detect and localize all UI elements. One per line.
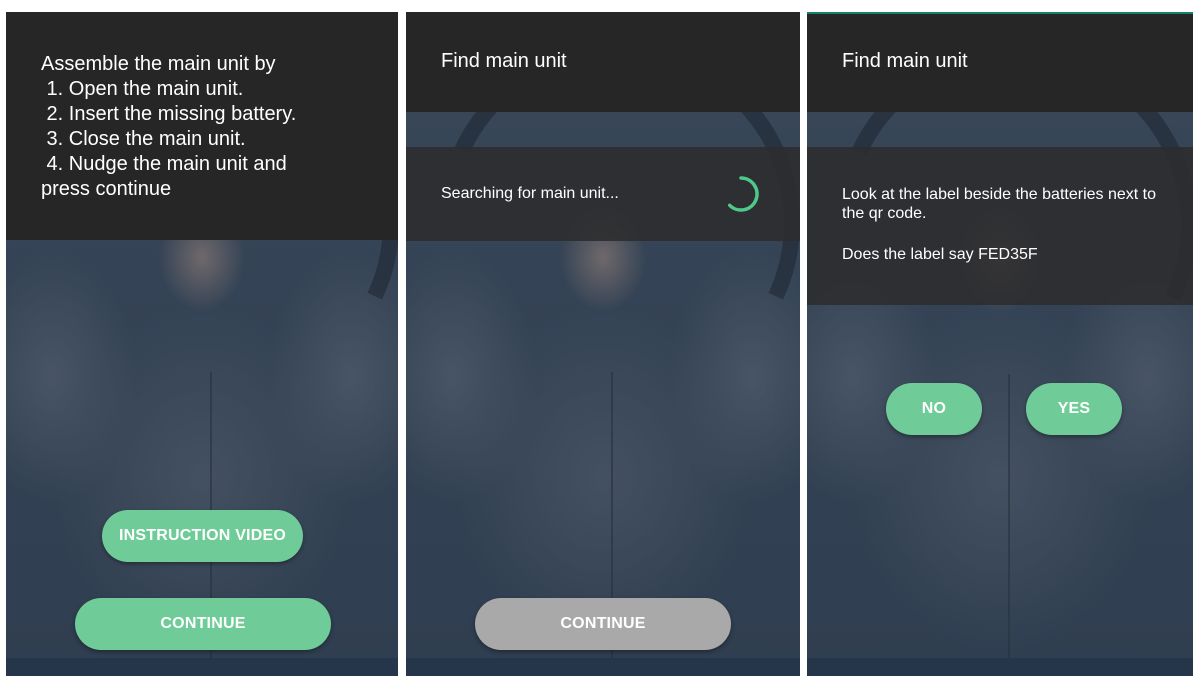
instruction-line: Assemble the main unit by (41, 53, 276, 75)
searching-screen: Find main unit Searching for main unit..… (406, 12, 800, 676)
instruction-line: 1. Open the main unit. (41, 78, 244, 100)
page-title: Find main unit (807, 14, 1193, 112)
confirm-panel: Look at the label beside the batteries n… (807, 147, 1193, 305)
instructions-panel: Assemble the main unit by 1. Open the ma… (6, 12, 398, 240)
loading-spinner-icon (727, 176, 759, 212)
instruction-line: 3. Close the main unit. (41, 128, 246, 150)
bottom-strip (807, 658, 1193, 676)
no-button[interactable]: NO (886, 383, 982, 435)
assemble-screen: Assemble the main unit by 1. Open the ma… (6, 12, 398, 676)
label-question-text: Does the label say FED35F (842, 246, 1038, 263)
instruction-line: 2. Insert the missing battery. (41, 103, 297, 125)
continue-button-disabled[interactable]: CONTINUE (475, 598, 731, 650)
confirm-screen: Find main unit Look at the label beside … (807, 12, 1193, 676)
search-status-text: Searching for main unit... (441, 185, 619, 202)
bottom-strip (6, 658, 398, 676)
instruction-line: 4. Nudge the main unit and (41, 153, 287, 175)
background-zipper (1007, 374, 1010, 674)
background-photo (807, 14, 1193, 676)
instruction-line: press continue (41, 178, 172, 200)
label-instruction-text: Look at the label beside the batteries n… (842, 186, 1156, 222)
instruction-video-button[interactable]: INSTRUCTION VIDEO (102, 510, 303, 562)
search-status-panel: Searching for main unit... (406, 147, 800, 241)
page-title: Find main unit (406, 12, 800, 112)
yes-button[interactable]: YES (1026, 383, 1122, 435)
bottom-strip (406, 658, 800, 676)
continue-button[interactable]: CONTINUE (75, 598, 331, 650)
